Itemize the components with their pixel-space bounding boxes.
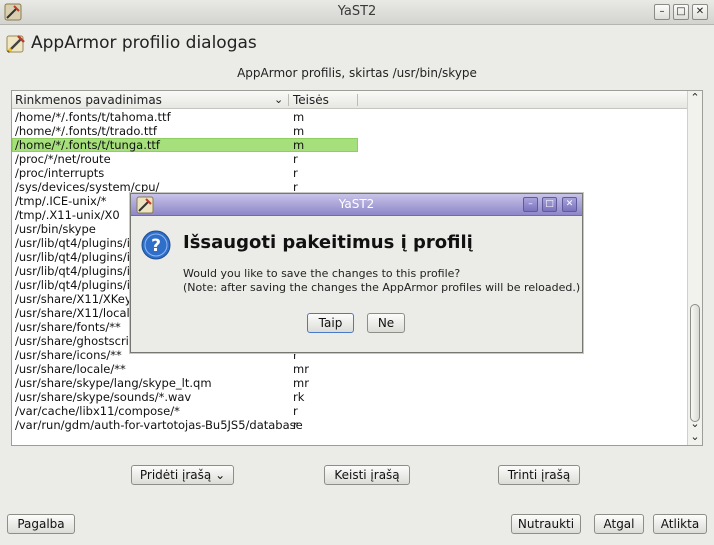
close-button[interactable]: ✕ [692,4,708,20]
dialog-title: YaST2 [338,197,375,211]
cell-permissions: r [293,166,298,180]
column-separator [288,94,289,106]
dialog-maximize-button[interactable]: □ [542,197,557,212]
profile-subtitle: AppArmor profilis, skirtas /usr/bin/skyp… [237,66,477,80]
cell-filename: /usr/share/X11/locale [15,306,137,320]
column-separator [357,94,358,106]
page-title: AppArmor profilio dialogas [31,33,257,53]
cell-filename: /home/*/.fonts/t/tahoma.ttf [15,110,171,124]
apparmor-icon [6,35,25,53]
cell-filename: /var/cache/libx11/compose/* [15,404,180,418]
cell-filename: /usr/share/icons/** [15,348,122,362]
dialog-minimize-button[interactable]: – [523,197,538,212]
cell-filename: /var/run/gdm/auth-for-vartotojas-Bu5JS5/… [15,418,303,432]
cell-filename: /sys/devices/system/cpu/ [15,180,160,194]
finish-button[interactable]: Atlikta [653,514,707,534]
cell-filename: /usr/share/skype/sounds/*.wav [15,390,192,404]
cell-permissions: mr [293,362,309,376]
cell-filename: /usr/lib/qt4/plugins/in [15,278,138,292]
cell-filename: /usr/share/skype/lang/skype_lt.qm [15,376,212,390]
cell-filename: /proc/*/net/route [15,152,111,166]
cell-filename: /home/*/.fonts/t/tunga.ttf [15,138,160,152]
minimize-button[interactable]: – [654,4,670,20]
cell-filename: /usr/share/X11/XKeys [15,292,138,306]
cell-filename: /usr/share/locale/** [15,362,126,376]
scroll-up-icon[interactable]: ⌃ [688,91,702,105]
table-row[interactable]: /home/*/.fonts/t/tunga.ttf m [12,138,688,152]
yes-button[interactable]: Taip [307,313,354,333]
cell-permissions: mr [293,376,309,390]
cell-filename: /home/*/.fonts/t/trado.ttf [15,124,157,138]
cell-permissions: m [293,138,305,152]
sort-chevron-icon[interactable]: ⌄ [274,93,283,106]
table-row[interactable]: /home/*/.fonts/t/tahoma.ttf m [12,110,688,124]
add-entry-button[interactable]: Pridėti įrašą ⌄ [131,465,234,485]
table-header: Rinkmenos pavadinimas ⌄ Teisės [12,91,688,109]
table-row[interactable]: /usr/share/skype/sounds/*.wav rk [12,390,688,404]
scrollbar-thumb[interactable] [690,304,700,422]
table-row[interactable]: /var/run/gdm/auth-for-vartotojas-Bu5JS5/… [12,418,688,432]
cancel-button[interactable]: Nutraukti [511,514,581,534]
dialog-close-button[interactable]: ✕ [562,197,577,212]
window-title: YaST2 [337,4,377,19]
table-row[interactable]: /usr/share/skype/lang/skype_lt.qm mr [12,376,688,390]
cell-permissions: r [293,180,298,194]
cell-filename: /usr/lib/qt4/plugins/ic [15,236,137,250]
dialog-message: Would you like to save the changes to th… [183,267,461,280]
cell-filename: /proc/interrupts [15,166,105,180]
add-entry-label: Pridėti įrašą [139,468,212,482]
cell-permissions: m [293,124,305,138]
table-row[interactable]: /sys/devices/system/cpu/r [12,180,688,194]
cell-permissions: m [293,110,305,124]
table-row[interactable]: /proc/interrupts r [12,166,688,180]
cell-filename: /usr/lib/qt4/plugins/im [15,250,142,264]
back-button[interactable]: Atgal [594,514,644,534]
scroll-down-icon[interactable]: ⌄ [688,417,702,431]
dialog-note: (Note: after saving the changes the AppA… [183,281,581,294]
save-changes-dialog: YaST2 – □ ✕ ? Išsaugoti pakeitimus į pro… [130,193,583,353]
cell-permissions: rk [293,390,305,404]
cell-permissions: r [293,404,298,418]
dialog-titlebar: YaST2 – □ ✕ [131,194,582,216]
cell-filename: /usr/lib/qt4/plugins/im [15,264,142,278]
delete-entry-button[interactable]: Trinti įrašą [498,465,580,485]
window-titlebar: YaST2 – □ ✕ [0,0,714,25]
svg-text:?: ? [151,236,161,256]
column-header-filename[interactable]: Rinkmenos pavadinimas [15,93,162,107]
question-icon: ? [141,230,171,260]
cell-permissions: r [293,152,298,166]
cell-filename: /usr/share/ghostscrip [15,334,137,348]
scroll-down-icon[interactable]: ⌄ [688,430,702,444]
table-row[interactable]: /var/cache/libx11/compose/* r [12,404,688,418]
maximize-button[interactable]: □ [673,4,689,20]
help-button[interactable]: Pagalba [7,514,75,534]
no-button[interactable]: Ne [367,313,405,333]
dialog-heading: Išsaugoti pakeitimus į profilį [183,232,473,253]
column-header-permissions[interactable]: Teisės [293,93,329,107]
edit-entry-button[interactable]: Keisti įrašą [324,465,410,485]
dropdown-chevron-icon: ⌄ [215,468,226,482]
table-row[interactable]: /usr/share/locale/** mr [12,362,688,376]
vertical-scrollbar[interactable]: ⌃ ⌄ ⌄ [687,91,702,445]
cell-filename: /tmp/.X11-unix/X0 [15,208,120,222]
table-row[interactable]: /home/*/.fonts/t/trado.ttf m [12,124,688,138]
table-row[interactable]: /proc/*/net/route r [12,152,688,166]
cell-filename: /tmp/.ICE-unix/* [15,194,107,208]
cell-filename: /usr/bin/skype [15,222,96,236]
cell-permissions: r [293,418,298,432]
cell-filename: /usr/share/fonts/** [15,320,121,334]
